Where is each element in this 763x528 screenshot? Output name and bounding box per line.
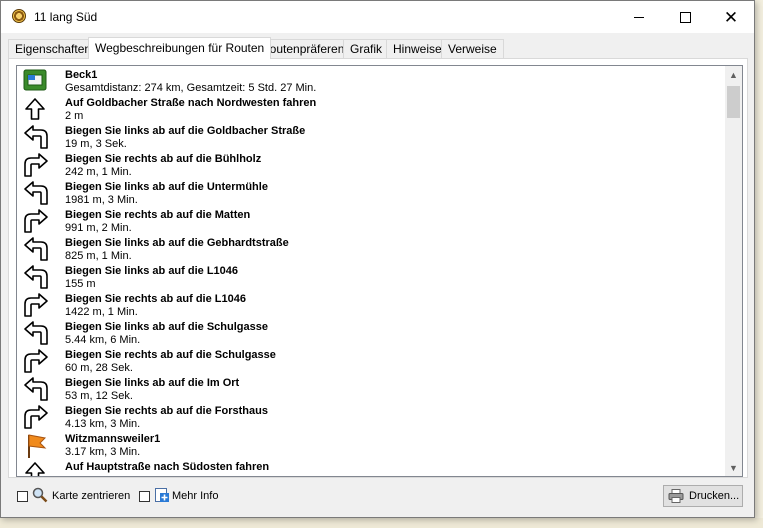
turn-left-icon [23, 237, 49, 261]
direction-row[interactable]: Biegen Sie links ab auf die Im Ort 53 m, … [17, 374, 723, 402]
maximize-icon [679, 11, 691, 23]
bottom-bar: Karte zentrieren Mehr Info Drucken... [1, 479, 754, 519]
direction-row[interactable]: Witzmannsweiler1 3.17 km, 3 Min. [17, 430, 723, 458]
direction-title: Auf Goldbacher Straße nach Nordwesten fa… [65, 97, 317, 109]
turn-left-icon [23, 125, 49, 149]
direction-title: Biegen Sie rechts ab auf die Schulgasse [65, 349, 276, 361]
turn-right-icon [23, 293, 49, 317]
window-title: 11 lang Süd [34, 10, 98, 24]
direction-detail: Gesamtdistanz: 274 km, Gesamtzeit: 5 Std… [65, 82, 317, 94]
turn-right-icon [23, 153, 49, 177]
direction-detail: 4.13 km, 3 Min. [65, 418, 141, 430]
direction-title: Biegen Sie rechts ab auf die Forsthaus [65, 405, 268, 417]
turn-right-icon [23, 209, 49, 233]
direction-row[interactable]: Biegen Sie rechts ab auf die Bühlholz 242… [17, 150, 723, 178]
direction-detail: 60 m, 28 Sek. [65, 362, 133, 374]
turn-left-icon [23, 265, 49, 289]
direction-title: Auf Hauptstraße nach Südosten fahren [65, 461, 270, 473]
direction-row[interactable]: Biegen Sie links ab auf die Schulgasse 5.… [17, 318, 723, 346]
direction-title: Beck1 [65, 69, 98, 81]
tab-grafik[interactable]: Grafik [343, 39, 390, 58]
direction-row[interactable]: Biegen Sie links ab auf die Gebhardtstra… [17, 234, 723, 262]
turn-left-icon [23, 181, 49, 205]
route-properties-dialog: 11 lang Süd ✕ Eigenschaften Wegbeschreib… [0, 0, 755, 518]
direction-row[interactable]: Auf Hauptstraße nach Südosten fahren [17, 458, 723, 476]
direction-detail: 1422 m, 1 Min. [65, 306, 138, 318]
printer-icon [668, 489, 684, 503]
direction-title: Biegen Sie links ab auf die L1046 [65, 265, 239, 277]
direction-row[interactable]: Biegen Sie links ab auf die Goldbacher S… [17, 122, 723, 150]
close-icon: ✕ [723, 7, 739, 27]
direction-row[interactable]: Biegen Sie links ab auf die Untermühle 19… [17, 178, 723, 206]
direction-title: Biegen Sie links ab auf die Gebhardtstra… [65, 237, 289, 249]
direction-detail: 1981 m, 3 Min. [65, 194, 138, 206]
more-info-checkbox[interactable] [139, 491, 150, 502]
direction-row[interactable]: Biegen Sie links ab auf die L1046 155 m [17, 262, 723, 290]
direction-row[interactable]: Auf Goldbacher Straße nach Nordwesten fa… [17, 94, 723, 122]
direction-title: Biegen Sie links ab auf die Goldbacher S… [65, 125, 306, 137]
print-button[interactable]: Drucken... [663, 485, 743, 507]
turn-left-icon [23, 377, 49, 401]
tab-eigenschaften[interactable]: Eigenschaften [8, 39, 99, 58]
map-edge-right [755, 0, 763, 528]
direction-detail: 19 m, 3 Sek. [65, 138, 127, 150]
direction-row[interactable]: Beck1 Gesamtdistanz: 274 km, Gesamtzeit: … [17, 66, 723, 94]
maximize-button[interactable] [662, 1, 708, 33]
direction-title: Biegen Sie links ab auf die Schulgasse [65, 321, 268, 333]
close-button[interactable]: ✕ [708, 1, 754, 33]
more-info-label: Mehr Info [172, 490, 219, 502]
direction-detail: 155 m [65, 278, 96, 290]
tab-bar: Eigenschaften Wegbeschreibungen für Rout… [8, 37, 748, 59]
vertical-scrollbar[interactable]: ▲ ▼ [725, 66, 742, 476]
info-plus-icon [154, 487, 170, 503]
direction-detail: 991 m, 2 Min. [65, 222, 132, 234]
minimize-icon [634, 16, 644, 18]
print-label: Drucken... [689, 490, 740, 502]
direction-detail: 5.44 km, 6 Min. [65, 334, 141, 346]
app-icon [12, 9, 26, 23]
center-map-label: Karte zentrieren [52, 490, 131, 502]
start-flag-icon [23, 69, 49, 93]
arrow-up-icon [23, 461, 49, 476]
magnifier-map-icon [32, 487, 48, 503]
tab-wegbeschreibungen[interactable]: Wegbeschreibungen für Routen [88, 37, 272, 59]
tab-verweise[interactable]: Verweise [441, 39, 504, 58]
turn-right-icon [23, 405, 49, 429]
scroll-up-icon[interactable]: ▲ [725, 66, 742, 83]
direction-detail: 53 m, 12 Sek. [65, 390, 133, 402]
direction-title: Biegen Sie links ab auf die Untermühle [65, 181, 268, 193]
direction-row[interactable]: Biegen Sie rechts ab auf die Matten 991 m… [17, 206, 723, 234]
direction-title: Biegen Sie rechts ab auf die Matten [65, 209, 251, 221]
direction-title: Biegen Sie rechts ab auf die L1046 [65, 293, 246, 305]
direction-title: Witzmannsweiler1 [65, 433, 161, 445]
tab-hinweise[interactable]: Hinweise [386, 39, 449, 58]
direction-row[interactable]: Biegen Sie rechts ab auf die Forsthaus 4.… [17, 402, 723, 430]
turn-right-icon [23, 349, 49, 373]
direction-detail: 2 m [65, 110, 84, 122]
map-edge-bottom [0, 518, 763, 528]
arrow-up-icon [23, 97, 49, 121]
direction-detail: 825 m, 1 Min. [65, 250, 132, 262]
direction-title: Biegen Sie links ab auf die Im Ort [65, 377, 240, 389]
direction-detail: 3.17 km, 3 Min. [65, 446, 141, 458]
title-bar[interactable]: 11 lang Süd ✕ [1, 1, 754, 33]
directions-rows: Beck1 Gesamtdistanz: 274 km, Gesamtzeit: … [17, 66, 723, 476]
minimize-button[interactable] [616, 1, 662, 33]
waypoint-flag-icon [23, 433, 49, 458]
direction-row[interactable]: Biegen Sie rechts ab auf die Schulgasse 6… [17, 346, 723, 374]
turn-left-icon [23, 321, 49, 345]
center-map-checkbox[interactable] [17, 491, 28, 502]
direction-title: Biegen Sie rechts ab auf die Bühlholz [65, 153, 262, 165]
scrollbar-thumb[interactable] [727, 86, 740, 118]
directions-list[interactable]: Beck1 Gesamtdistanz: 274 km, Gesamtzeit: … [16, 65, 743, 477]
direction-detail: 242 m, 1 Min. [65, 166, 132, 178]
scroll-down-icon[interactable]: ▼ [725, 459, 742, 476]
direction-row[interactable]: Biegen Sie rechts ab auf die L1046 1422 m… [17, 290, 723, 318]
